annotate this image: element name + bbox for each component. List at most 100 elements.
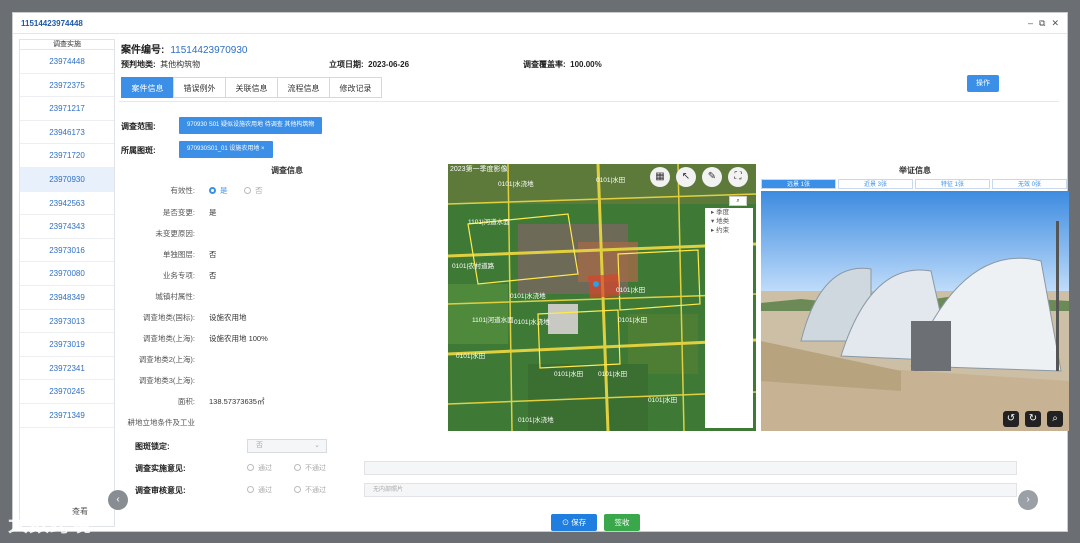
tab-process[interactable]: 流程信息	[277, 77, 330, 98]
radio-yes[interactable]	[209, 187, 216, 194]
tab-case-info[interactable]: 案件信息	[121, 77, 174, 98]
project-date: 立项日期: 2023-06-26	[329, 59, 409, 70]
review-pass[interactable]: 通过	[247, 485, 272, 495]
sidebar-case-item[interactable]: 23972375	[20, 74, 114, 98]
validity-radios: 是 否	[209, 185, 263, 196]
rotate-right-icon[interactable]: ↻	[1025, 411, 1041, 427]
divider	[119, 101, 1059, 102]
evidence-title: 举证信息	[899, 166, 931, 175]
field-label: 耕地立地条件及工业	[127, 418, 196, 427]
tab-history[interactable]: 修改记录	[329, 77, 382, 98]
sidebar-case-item[interactable]: 23972341	[20, 357, 114, 381]
radio-yes-label: 是	[220, 186, 228, 195]
sidebar-case-item[interactable]: 23973016	[20, 239, 114, 263]
sidebar-case-item[interactable]: 23973019	[20, 333, 114, 357]
field-label: 调查地类2(上海):	[138, 355, 195, 364]
sidebar-case-item[interactable]: 23948349	[20, 286, 114, 310]
next-page-icon[interactable]: ›	[1018, 490, 1038, 510]
sign-button[interactable]: 签收	[604, 514, 640, 531]
scope-tag[interactable]: 970930 S01 疑似设施农用地 待调查 其他构筑物	[179, 117, 323, 134]
tab-near[interactable]: 近景 3张	[838, 179, 913, 189]
close-icon[interactable]: ✕	[1051, 18, 1059, 29]
impl-fail[interactable]: 不通过	[294, 463, 326, 473]
layer-season[interactable]: ▸ 季度	[705, 208, 753, 217]
window-controls: – ⧉ ✕	[1028, 18, 1059, 29]
rotate-left-icon[interactable]: ↺	[1003, 411, 1019, 427]
map-label: 0101|水田	[554, 371, 584, 378]
zoom-icon[interactable]: ⌕	[1047, 411, 1063, 427]
coverage-label: 调查覆盖率:	[523, 60, 566, 69]
case-sidebar: 调查实施 23974448 23972375 23971217 23946173 239…	[19, 39, 115, 527]
layer-landclass[interactable]: ▾ 地类	[705, 217, 753, 226]
prev-page-icon[interactable]: ‹	[108, 490, 128, 510]
sidebar-case-item[interactable]: 23970080	[20, 262, 114, 286]
photo-controls: ↺ ↻ ⌕	[1003, 411, 1063, 427]
patch-label: 所属图斑:	[121, 146, 156, 155]
survey-info-title: 调查信息	[271, 166, 303, 175]
tab-far[interactable]: 远景 1张	[761, 179, 836, 189]
coverage: 调查覆盖率: 100.00%	[523, 59, 602, 70]
impl-pass[interactable]: 通过	[247, 463, 272, 473]
scope-label: 调查范围:	[121, 122, 156, 131]
sidebar-case-item[interactable]: 23971720	[20, 144, 114, 168]
predicted-class-value: 其他构筑物	[160, 60, 201, 69]
map-label: 0101|水田	[618, 317, 648, 324]
radio-no[interactable]	[244, 187, 252, 194]
watermark: 大数跨境	[8, 514, 92, 536]
field-label: 单独图层:	[162, 250, 195, 259]
patch-tag[interactable]: 970930S01_01 设施农用地 ×	[179, 141, 273, 158]
map-label: 0101|水浇地	[498, 181, 534, 188]
tab-related[interactable]: 关联信息	[225, 77, 278, 98]
review-fail[interactable]: 不通过	[294, 485, 326, 495]
save-button[interactable]: ⊙ 保存	[551, 514, 597, 531]
review-input[interactable]: 无内部照片	[364, 483, 1017, 497]
predicted-class-label: 预判地类:	[121, 60, 156, 69]
impl-input[interactable]	[364, 461, 1017, 475]
case-number-row: 案件编号: 11514423970930	[121, 41, 247, 56]
chevron-down-icon: ⌄	[314, 442, 320, 449]
sidebar-case-item[interactable]: 23942563	[20, 192, 114, 216]
sidebar-case-item[interactable]: 23946173	[20, 121, 114, 145]
tab-errors[interactable]: 错误例外	[173, 77, 226, 98]
layers-icon[interactable]: ▦	[650, 167, 670, 187]
sidebar-case-item[interactable]: 23973013	[20, 310, 114, 334]
field-label: 城镇村属性:	[155, 292, 195, 301]
sidebar-case-item[interactable]: 23974448	[20, 50, 114, 74]
lock-label: 图斑锁定:	[135, 442, 170, 451]
evidence-tabs: 远景 1张 近景 3张 特征 1张 无效 0张	[761, 179, 1067, 189]
map-label: 0101|水田	[648, 397, 678, 404]
expand-icon[interactable]: ⛶	[728, 167, 748, 187]
layer-panel: ▸ 季度 ▾ 地类 ▸ 约束	[705, 208, 753, 428]
map-view[interactable]: 2023第一季度影像 0101|水浇地 0101|水田 1101|河道水面 01…	[448, 164, 756, 431]
evidence-photo[interactable]: ↺ ↻ ⌕	[761, 191, 1069, 431]
restore-icon[interactable]: ⧉	[1039, 18, 1045, 29]
field-value: 138.57373635㎡	[209, 397, 265, 406]
title-bar: 11514423974448 – ⧉ ✕	[13, 13, 1067, 34]
search-icon[interactable]: ⌕	[729, 196, 747, 206]
sidebar-case-item[interactable]: 23970245	[20, 380, 114, 404]
layer-constraint[interactable]: ▸ 约束	[705, 226, 753, 235]
tab-feature[interactable]: 特征 1张	[915, 179, 990, 189]
operate-button[interactable]: 操作	[967, 75, 999, 92]
map-label: 0101|水浇地	[514, 319, 550, 326]
field-label: 调查地类3(上海):	[138, 376, 195, 385]
field-label: 面积:	[177, 397, 195, 406]
project-date-value: 2023-06-26	[368, 60, 410, 69]
pen-icon[interactable]: ✎	[702, 167, 722, 187]
sidebar-case-item[interactable]: 23970930	[20, 167, 114, 192]
minimize-icon[interactable]: –	[1028, 18, 1033, 29]
sidebar-case-item[interactable]: 23974343	[20, 215, 114, 239]
main-panel: 案件编号: 11514423970930 预判地类: 其他构筑物 立项日期: 20…	[119, 37, 1069, 531]
map-label: 0101|水田	[456, 353, 486, 360]
sidebar-case-item[interactable]: 23971349	[20, 404, 114, 428]
sidebar-case-item[interactable]: 23971217	[20, 97, 114, 121]
lock-select[interactable]: 否 ⌄	[247, 439, 327, 453]
project-date-label: 立项日期:	[329, 60, 364, 69]
map-label: 1101|河道水面	[472, 317, 514, 324]
tab-invalid[interactable]: 无效 0张	[992, 179, 1067, 189]
review-row: 调查审核意见: 通过 不通过 无内部照片	[119, 480, 1063, 500]
field-label: 是否变更:	[162, 208, 195, 217]
field-value: 否	[209, 271, 217, 280]
field-label: 业务专项:	[162, 271, 195, 280]
pointer-icon[interactable]: ↖	[676, 167, 696, 187]
